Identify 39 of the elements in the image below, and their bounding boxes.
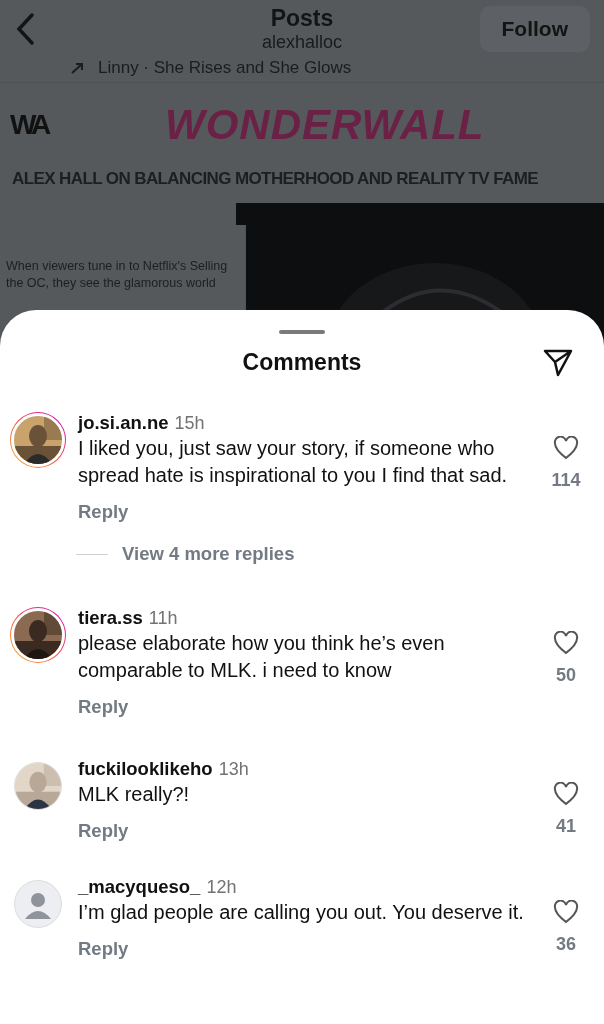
comment-text: please elaborate how you think he’s even comparable to MLK. i need to know [78,631,446,683]
logo: WA [10,109,49,141]
comment-text: I’m glad people are calling you out. You deserve it. [78,900,525,925]
reply-button[interactable]: Reply [78,938,129,960]
music-attribution[interactable]: Linny · She Rises and She Glows [98,58,352,78]
back-icon[interactable] [14,12,36,46]
comment-time: 15h [174,413,205,434]
arrow-icon [70,61,86,75]
heart-icon[interactable] [553,631,579,655]
username[interactable]: fuckilooklikeho [78,758,213,780]
account-name: alexhalloc [261,31,343,53]
username[interactable]: jo.si.an.ne [78,412,169,434]
heart-icon[interactable] [553,900,579,924]
drag-handle[interactable] [279,330,325,334]
masthead: WONDERWALL [165,101,485,149]
sheet-title: Comments [242,348,362,376]
page-title: Posts [270,5,334,31]
reply-button[interactable]: Reply [78,501,129,523]
view-replies-button[interactable]: View 4 more replies [122,543,295,565]
like-count: 36 [556,934,576,955]
username[interactable]: tiera.ss [78,607,143,629]
reply-button[interactable]: Reply [78,696,129,718]
avatar[interactable] [10,412,66,468]
like-count: 50 [556,665,576,686]
like-count: 114 [551,470,581,491]
comment-text: MLK really?! [78,782,191,807]
comment-time: 12h [206,877,237,898]
send-icon[interactable] [542,348,574,378]
avatar[interactable] [10,607,66,663]
heart-icon[interactable] [553,436,579,460]
follow-button[interactable]: Follow [479,6,590,52]
heart-icon[interactable] [553,782,579,806]
headline: ALEX HALL ON BALANCING MOTHERHOOD AND REALITY TV FAME [11,168,540,189]
comment-time: 13h [218,759,249,780]
like-count: 41 [556,816,576,837]
comment-time: 11h [148,608,178,629]
username[interactable]: _macyqueso_ [78,876,201,898]
reply-button[interactable]: Reply [78,820,129,842]
comment-text: I liked you, just saw your story, if someone who spread hate is inspirational to you I find that sad. [78,436,509,488]
